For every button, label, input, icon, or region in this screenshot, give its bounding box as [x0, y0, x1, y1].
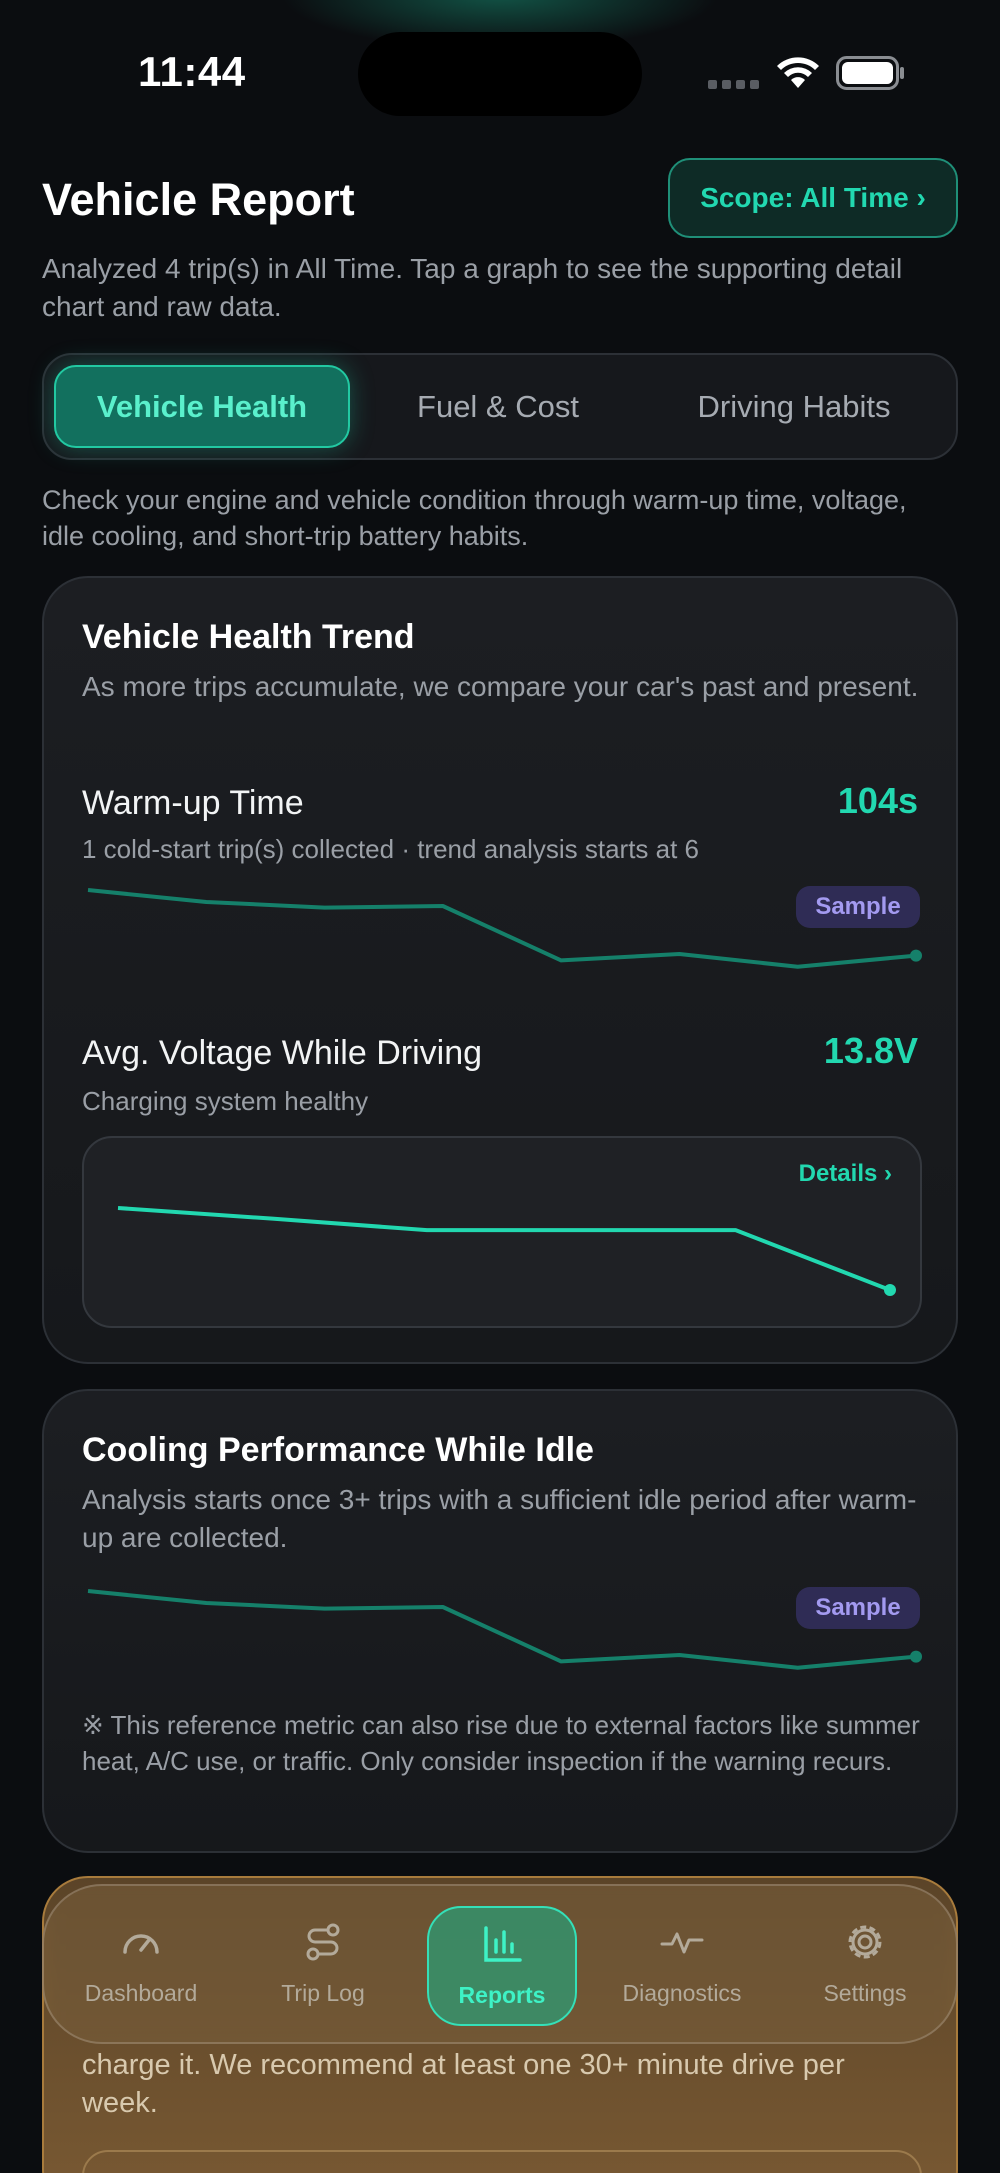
warmup-trend-chart[interactable] — [82, 878, 922, 978]
battery-icon — [836, 56, 904, 90]
page-title: Vehicle Report — [42, 174, 355, 225]
voltage-trend-line — [117, 1206, 891, 1292]
nav-label: Reports — [458, 1982, 546, 2008]
cooling-performance-card: Cooling Performance While Idle Analysis … — [42, 1389, 958, 1853]
voltage-value: 13.8V — [823, 1030, 918, 1071]
nav-diagnostics[interactable]: Diagnostics — [607, 1906, 757, 2026]
page-subtitle: Analyzed 4 trip(s) in All Time. Tap a gr… — [42, 253, 903, 322]
card-subtitle: As more trips accumulate, we compare you… — [82, 671, 919, 702]
voltage-chart-panel[interactable]: Details › — [82, 1136, 922, 1328]
card-title: Vehicle Health Trend — [82, 618, 415, 656]
footnote: ※ This reference metric can also rise du… — [82, 1710, 920, 1776]
scope-button[interactable]: Scope: All Time › — [668, 158, 958, 238]
card-title: Cooling Performance While Idle — [82, 1431, 594, 1469]
report-tabs: Vehicle Health Fuel & Cost Driving Habit… — [42, 353, 958, 460]
status-bar: 11:44 — [0, 0, 1000, 140]
status-time: 11:44 — [138, 48, 246, 95]
gear-icon — [848, 1925, 882, 1959]
nav-label: Trip Log — [281, 1980, 365, 2006]
nav-label: Dashboard — [84, 1980, 198, 2006]
cooling-trend-chart[interactable] — [82, 1579, 922, 1679]
tab-vehicle-health[interactable]: Vehicle Health — [54, 365, 350, 448]
warmup-note: 1 cold-start trip(s) collected · trend a… — [82, 834, 700, 864]
nav-trip-log[interactable]: Trip Log — [248, 1906, 398, 2026]
cooling-trend-endpoint — [910, 1650, 922, 1663]
voltage-trend-endpoint — [884, 1284, 896, 1296]
nav-label: Diagnostics — [622, 1980, 742, 2006]
cellular-signal-icon — [708, 80, 759, 89]
nav-settings[interactable]: Settings — [790, 1906, 940, 2026]
warmup-trend-endpoint — [910, 949, 922, 962]
nav-reports[interactable]: Reports — [427, 1906, 577, 2026]
warmup-value: 104s — [837, 780, 918, 821]
pulse-icon — [660, 1932, 704, 1954]
vehicle-health-card: Vehicle Health Trend As more trips accum… — [42, 576, 958, 1364]
battery-habit-text: charge it. We recommend at least one 30+… — [82, 2049, 845, 2119]
nav-dashboard[interactable]: Dashboard — [66, 1906, 216, 2026]
card-subtitle: Analysis starts once 3+ trips with a suf… — [82, 1484, 917, 1553]
voltage-label: Avg. Voltage While Driving — [82, 1034, 483, 1072]
bar-chart-icon — [484, 1926, 522, 1962]
voltage-note: Charging system healthy — [82, 1086, 369, 1116]
battery-habit-panel[interactable] — [82, 2150, 922, 2173]
warmup-trend-line — [87, 888, 917, 969]
bottom-nav: Dashboard Trip Log Reports Diagnostics S… — [42, 1884, 958, 2044]
voltage-trend-chart — [117, 1206, 896, 1296]
gauge-icon — [123, 1934, 159, 1954]
cooling-trend-line — [87, 1589, 917, 1670]
dynamic-island — [358, 32, 642, 116]
nav-label: Settings — [823, 1980, 907, 2006]
tab-fuel-cost[interactable]: Fuel & Cost — [350, 365, 646, 448]
route-icon — [306, 1923, 340, 1961]
wifi-icon — [777, 57, 819, 88]
tab-driving-habits[interactable]: Driving Habits — [646, 365, 942, 448]
warmup-label: Warm-up Time — [82, 784, 304, 822]
tab-description: Check your engine and vehicle condition … — [42, 485, 907, 551]
